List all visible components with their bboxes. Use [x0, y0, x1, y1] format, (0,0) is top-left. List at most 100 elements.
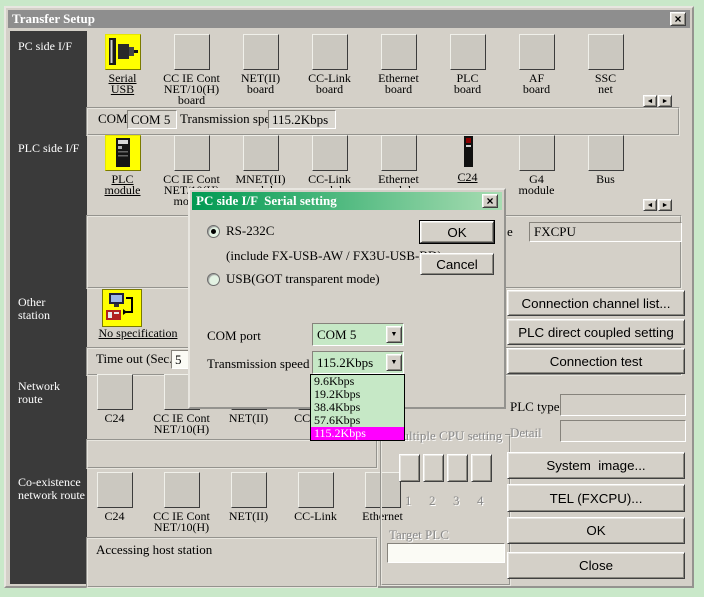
transmission-speed-value: 115.2Kbps	[313, 355, 385, 371]
module-icon	[97, 374, 133, 410]
connection-test-button[interactable]: Connection test	[507, 348, 685, 374]
cpu-button-3[interactable]	[447, 454, 468, 482]
icon-label: CC IE Cont NET/10(H) board	[163, 73, 220, 106]
coexistence-option-c24[interactable]: C24	[81, 472, 148, 533]
close-icon[interactable]: ×	[482, 194, 498, 208]
detail-label: Detail	[510, 425, 542, 441]
label-network-route: Network route	[18, 380, 60, 406]
icon-label: C24	[457, 172, 477, 183]
scroll-right-icon[interactable]: ►	[658, 95, 672, 107]
cpu-button-4[interactable]	[471, 454, 492, 482]
cpu-number-4: 4	[477, 493, 484, 509]
target-plc-label: Target PLC	[389, 527, 449, 543]
com-port-value: COM 5	[313, 327, 385, 343]
cpu-button-2[interactable]	[423, 454, 444, 482]
board-icon	[381, 34, 417, 70]
transmission-speed-label: Transmission speed	[207, 356, 309, 372]
module-icon	[164, 472, 200, 508]
module-icon	[588, 135, 624, 171]
com-port-combobox[interactable]: COM 5 ▼	[312, 323, 404, 346]
plc-direct-coupled-button[interactable]: PLC direct coupled setting	[507, 319, 685, 345]
board-icon	[312, 34, 348, 70]
usb-radio[interactable]	[207, 273, 220, 286]
close-button[interactable]: Close	[507, 552, 685, 579]
pc-if-option-serial-usb[interactable]: Serial USB	[88, 34, 157, 106]
module-icon	[381, 135, 417, 171]
accessing-status-box: Accessing host station	[86, 537, 378, 588]
speed-dropdown-list: 9.6Kbps 19.2Kbps 38.4Kbps 57.6Kbps 115.2…	[310, 374, 405, 441]
connection-channel-list-button[interactable]: Connection channel list...	[507, 290, 685, 316]
timeout-label: Time out (Sec.)	[96, 351, 177, 367]
close-icon[interactable]: ×	[670, 12, 686, 26]
pc-side-if-row: Serial USB CC IE Cont NET/10(H) board NE…	[88, 34, 644, 106]
rs232c-note: (include FX-USB-AW / FX3U-USB-BD)	[226, 248, 442, 264]
icon-label: C24	[104, 511, 124, 522]
plc-if-option-bus[interactable]: Bus	[571, 135, 640, 207]
dialog-titlebar[interactable]: PC side I/F Serial setting ×	[192, 192, 502, 210]
pc-if-option-ccie-board[interactable]: CC IE Cont NET/10(H) board	[157, 34, 226, 106]
plc-if-scroll: ◄ ►	[643, 199, 672, 211]
pc-if-option-plc-board[interactable]: PLC board	[433, 34, 502, 106]
transmission-speed-combobox[interactable]: 115.2Kbps ▼	[312, 351, 404, 374]
scroll-left-icon[interactable]: ◄	[643, 199, 657, 211]
plc-module-icon	[105, 135, 141, 171]
window-titlebar[interactable]: Transfer Setup ×	[8, 10, 690, 28]
ok-button[interactable]: OK	[507, 517, 685, 544]
plc-if-option-g4-module[interactable]: G4 module	[502, 135, 571, 207]
label-other-station: Other station	[18, 296, 50, 322]
pc-if-option-netii-board[interactable]: NET(II) board	[226, 34, 295, 106]
icon-label: NET(II)	[229, 413, 268, 424]
row-label-column: PC side I/F PLC side I/F Other station N…	[10, 31, 87, 584]
chevron-down-icon[interactable]: ▼	[386, 326, 402, 343]
multiple-cpu-title: Multiple CPU setting	[388, 428, 505, 444]
desktop: Transfer Setup × PC side I/F PLC side I/…	[0, 0, 704, 597]
multiple-cpu-group: Multiple CPU setting 1 2 3 4 Target PLC	[380, 434, 511, 586]
com-summary-panel: COM COM 5 Transmission speed 115.2Kbps	[86, 107, 680, 136]
board-icon	[243, 34, 279, 70]
speed-option-selected[interactable]: 115.2Kbps	[311, 427, 404, 440]
icon-label: NET(II)	[229, 511, 268, 522]
dialog-ok-button[interactable]: OK	[420, 221, 494, 243]
icon-label: CC IE Cont NET/10(H)	[153, 511, 210, 533]
icon-label: PLC board	[454, 73, 481, 95]
plc-type-label: PLC type	[510, 399, 559, 415]
plc-mode-label-fragment: e	[507, 224, 513, 240]
pc-if-option-cclink-board[interactable]: CC-Link board	[295, 34, 364, 106]
cpu-button-1[interactable]	[399, 454, 420, 482]
system-image-button[interactable]: System image...	[507, 452, 685, 479]
no-specification-icon[interactable]	[102, 289, 142, 327]
icon-label: NET(II) board	[241, 73, 280, 95]
rs232c-label[interactable]: RS-232C	[226, 223, 274, 239]
icon-label: Ethernet board	[378, 73, 419, 95]
pc-if-option-af-board[interactable]: AF board	[502, 34, 571, 106]
pc-if-option-ethernet-board[interactable]: Ethernet board	[364, 34, 433, 106]
dialog-cancel-button[interactable]: Cancel	[420, 253, 494, 275]
coexistence-option-netii[interactable]: NET(II)	[215, 472, 282, 533]
usb-label[interactable]: USB(GOT transparent mode)	[226, 271, 380, 287]
rs232c-radio[interactable]	[207, 225, 220, 238]
icon-label: CC-Link	[294, 511, 337, 522]
plc-mode-value-field: FXCPU	[529, 222, 682, 242]
dialog-title: PC side I/F Serial setting	[196, 193, 337, 209]
module-icon	[231, 472, 267, 508]
module-icon	[312, 135, 348, 171]
icon-label: G4 module	[519, 174, 555, 196]
target-plc-field	[387, 543, 505, 563]
tel-fxcpu-button[interactable]: TEL (FXCPU)...	[507, 484, 685, 512]
scroll-right-icon[interactable]: ►	[658, 199, 672, 211]
board-icon	[174, 34, 210, 70]
chevron-down-icon[interactable]: ▼	[386, 354, 402, 371]
coexistence-option-ccie[interactable]: CC IE Cont NET/10(H)	[148, 472, 215, 533]
scroll-left-icon[interactable]: ◄	[643, 95, 657, 107]
icon-label: CC IE Cont NET/10(H)	[153, 413, 210, 435]
coexistence-option-cclink[interactable]: CC-Link	[282, 472, 349, 533]
cpu-number-2: 2	[429, 493, 436, 509]
no-specification-label[interactable]: No specification	[90, 328, 186, 339]
pc-if-option-ssc-net[interactable]: SSC net	[571, 34, 640, 106]
cpu-number-3: 3	[453, 493, 460, 509]
network-option-c24[interactable]: C24	[81, 374, 148, 435]
network-route-description-box	[86, 439, 378, 469]
module-icon	[243, 135, 279, 171]
plc-if-option-plc-module[interactable]: PLC module	[88, 135, 157, 207]
c24-icon	[451, 135, 485, 169]
